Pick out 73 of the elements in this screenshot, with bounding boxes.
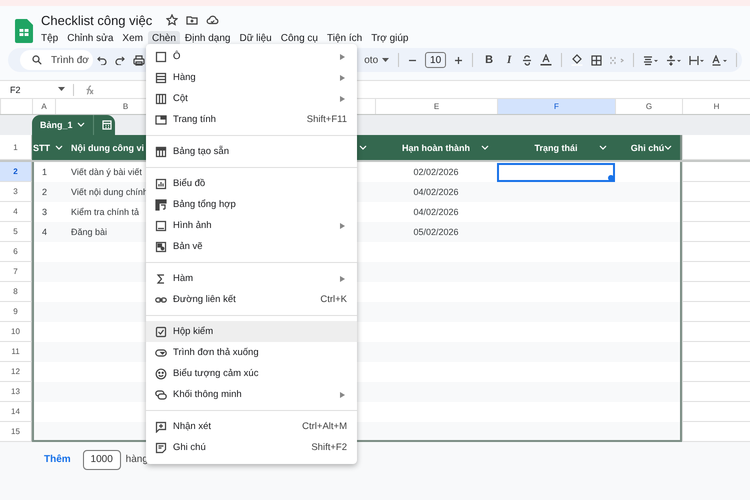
row-header[interactable]: 3 xyxy=(0,182,32,202)
cell-text: 3 xyxy=(42,207,47,217)
menu-item[interactable]: Trợ giúp xyxy=(367,31,412,46)
cell-text: Viết dàn ý bài viết xyxy=(71,167,142,177)
menu-item[interactable]: Hàng xyxy=(146,67,357,88)
font-field[interactable]: oto xyxy=(364,54,378,66)
cell-text: 05/02/2026 xyxy=(413,227,459,237)
table-cell[interactable]: 04/02/2026 xyxy=(375,202,497,222)
bold-button[interactable]: B xyxy=(485,54,494,66)
menu-item[interactable]: Xem xyxy=(118,31,147,46)
column-header[interactable]: A xyxy=(32,99,55,114)
row-header[interactable]: 5 xyxy=(0,222,32,242)
menu-item[interactable]: Đường liên kết Ctrl+K xyxy=(146,289,357,310)
cell-text: 04/02/2026 xyxy=(413,207,459,217)
row-header[interactable]: 14 xyxy=(0,402,32,422)
column-title: Hạn hoàn thành xyxy=(402,142,470,152)
shortcut-label: Shift+F2 xyxy=(311,442,347,453)
document-title: Checklist công việc xyxy=(41,12,152,28)
column-title: Ghi chú xyxy=(630,142,664,152)
menu-item[interactable]: Chỉnh sửa xyxy=(63,31,118,46)
table-cell[interactable]: 4 xyxy=(32,222,55,242)
table-name-tab[interactable]: Bảng_1 xyxy=(32,115,115,135)
row-header[interactable]: 1 xyxy=(0,135,32,160)
menu-item[interactable]: Tệp xyxy=(37,31,62,46)
menu-item[interactable]: Khối thông minh xyxy=(146,384,357,405)
shortcut-label: Shift+F11 xyxy=(306,114,347,125)
cell-text: 04/02/2026 xyxy=(413,187,459,197)
row-header[interactable]: 8 xyxy=(0,282,32,302)
row-header[interactable]: 9 xyxy=(0,302,32,322)
add-rows-button[interactable]: Thêm xyxy=(44,454,71,465)
menu-item[interactable]: Tiện ích xyxy=(322,31,366,46)
cell-text: Đăng bài xyxy=(71,227,108,237)
menu-item[interactable]: Bảng tạo sẵn xyxy=(146,141,357,162)
menu-item[interactable]: Nhận xét Ctrl+Alt+M xyxy=(146,416,357,437)
menu-item[interactable]: Công cụ xyxy=(276,31,322,46)
menu-item[interactable]: Định dạng xyxy=(180,31,234,46)
menu-item[interactable]: Ô xyxy=(146,46,357,67)
row-count-field[interactable]: 1000 xyxy=(82,450,121,470)
row-header[interactable]: 4 xyxy=(0,202,32,222)
font-size-field[interactable]: 10 xyxy=(425,52,446,68)
shortcut-label: Ctrl+Alt+M xyxy=(302,421,347,432)
cell-text: 02/02/2026 xyxy=(413,167,459,177)
menu-item[interactable]: Hàm xyxy=(146,268,357,289)
name-box[interactable]: F2 xyxy=(0,84,58,94)
row-header[interactable]: 15 xyxy=(0,422,32,442)
column-title: STT xyxy=(33,142,50,152)
shortcut-label: Ctrl+K xyxy=(320,294,347,305)
menu-item[interactable]: Ghi chú Shift+F2 xyxy=(146,437,357,458)
column-title: Nội dung công vi xyxy=(71,142,144,152)
row-header[interactable]: 7 xyxy=(0,262,32,282)
menu-item[interactable]: Trình đơn thả xuống xyxy=(146,342,357,363)
menu-item[interactable]: Hộp kiểm xyxy=(146,321,357,342)
row-header[interactable]: 2 xyxy=(0,162,32,182)
table-cell[interactable]: 04/02/2026 xyxy=(375,182,497,202)
cell-text: 2 xyxy=(42,187,47,197)
search-field[interactable]: Trình đơ xyxy=(20,50,93,70)
row-header[interactable]: 6 xyxy=(0,242,32,262)
table-cell[interactable]: 2 xyxy=(32,182,55,202)
column-header[interactable]: H xyxy=(682,99,750,114)
row-header[interactable]: 13 xyxy=(0,382,32,402)
table-cell[interactable]: 05/02/2026 xyxy=(375,222,497,242)
row-header[interactable]: 11 xyxy=(0,342,32,362)
column-title: Trạng thái xyxy=(534,142,578,152)
column-header[interactable]: G xyxy=(615,99,682,114)
menu-item[interactable]: Dữ liệu xyxy=(235,31,276,46)
italic-button[interactable]: I xyxy=(507,54,512,66)
column-header[interactable]: F xyxy=(497,99,615,114)
table-cell[interactable]: 02/02/2026 xyxy=(375,162,497,182)
row-header[interactable]: 10 xyxy=(0,322,32,342)
cell-text: 4 xyxy=(42,227,47,237)
row-header[interactable]: 12 xyxy=(0,362,32,382)
menu-item[interactable]: Biểu tượng cảm xúc xyxy=(146,363,357,384)
cell-text: 1 xyxy=(42,167,47,177)
